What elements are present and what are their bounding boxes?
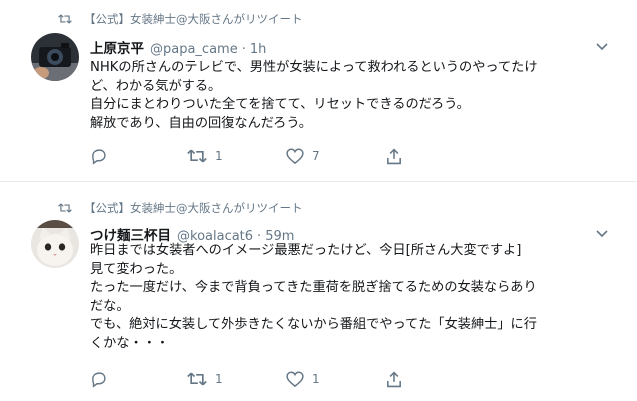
retweet-icon bbox=[187, 149, 207, 163]
tweet-text-line: たった一度だけ、今まで背負ってきた重荷を脱ぎ捨てるための女装ならあり bbox=[90, 280, 537, 296]
timestamp[interactable]: 1h bbox=[250, 42, 267, 57]
retweet-context: 【公式】女装紳士@大阪さんがリツイート bbox=[58, 11, 303, 27]
tweet-2[interactable]: 【公式】女装紳士@大阪さんがリツイート つけ麺三杯目 @koalacat6 · … bbox=[0, 181, 637, 401]
tweet-header: 上原京平 @papa_came · 1h bbox=[90, 37, 267, 57]
retweet-icon bbox=[187, 372, 207, 386]
avatar-cat-image bbox=[31, 220, 79, 268]
share-icon bbox=[387, 370, 401, 387]
separator-dot: · bbox=[241, 42, 246, 57]
retweet-button[interactable]: 1 bbox=[187, 147, 223, 165]
tweet-text-line: NHKの所さんのテレビで、男性が女装によって救われるというのやってたけ bbox=[90, 60, 538, 75]
retweet-icon bbox=[58, 203, 72, 213]
tweet-text-line: 自分にまとわりついた全てを捨てて、リセットできるのだろう。 bbox=[90, 97, 470, 113]
tweet-1[interactable]: 【公式】女装紳士@大阪さんがリツイート 上原京平 @papa_came · 1h… bbox=[0, 0, 637, 181]
share-icon bbox=[387, 147, 401, 164]
user-handle[interactable]: @papa_came bbox=[150, 42, 238, 57]
heart-icon bbox=[286, 371, 304, 387]
tweet-text: 昨日までは女装者へのイメージ最悪だったけど、今日[所さん大変ですよ] 見て変わっ… bbox=[90, 242, 620, 354]
tweet-text-line: 解放であり、自由の回復なんだろう。 bbox=[90, 115, 312, 131]
like-button[interactable]: 7 bbox=[286, 147, 320, 165]
retweet-context-label[interactable]: 【公式】女装紳士@大阪さんがリツイート bbox=[84, 11, 303, 27]
retweet-count: 1 bbox=[215, 149, 223, 163]
tweet-text-line: だな。 bbox=[90, 298, 130, 314]
tweet-text-line: 見て変わった。 bbox=[90, 261, 183, 277]
retweet-icon bbox=[58, 14, 72, 24]
avatar[interactable] bbox=[31, 220, 79, 268]
share-button[interactable] bbox=[386, 370, 402, 388]
share-button[interactable] bbox=[386, 147, 402, 165]
display-name[interactable]: 上原京平 bbox=[90, 37, 144, 57]
tweet-header: つけ麺三杯目 @koalacat6 · 59m bbox=[90, 224, 294, 244]
avatar[interactable] bbox=[31, 33, 79, 81]
tweet-text-line: ど、わかる気がする。 bbox=[90, 78, 222, 94]
tweet-actions: 1 7 bbox=[90, 147, 410, 165]
retweet-context-label[interactable]: 【公式】女装紳士@大阪さんがリツイート bbox=[84, 200, 303, 216]
retweet-count: 1 bbox=[215, 372, 223, 386]
reply-icon bbox=[92, 148, 106, 165]
tweet-text: NHKの所さんのテレビで、男性が女装によって救われるというのやってたけ ど、わか… bbox=[90, 59, 620, 133]
retweet-context: 【公式】女装紳士@大阪さんがリツイート bbox=[58, 200, 303, 216]
avatar-camera-image bbox=[31, 33, 79, 81]
tweet-text-line: でも、絶対に女装して外歩きたくないから番組でやってた「女装紳士」に行 bbox=[90, 317, 537, 333]
tweet-actions: 1 1 bbox=[90, 370, 410, 388]
display-name[interactable]: つけ麺三杯目 bbox=[90, 224, 171, 244]
like-button[interactable]: 1 bbox=[286, 370, 320, 388]
reply-button[interactable] bbox=[90, 147, 107, 165]
like-count: 1 bbox=[312, 372, 320, 386]
retweet-button[interactable]: 1 bbox=[187, 370, 223, 388]
chevron-down-icon[interactable] bbox=[596, 230, 608, 238]
heart-icon bbox=[286, 148, 304, 164]
tweet-text-line: 昨日までは女装者へのイメージ最悪だったけど、今日[所さん大変ですよ] bbox=[90, 243, 522, 258]
reply-icon bbox=[92, 371, 106, 388]
chevron-down-icon[interactable] bbox=[596, 43, 608, 51]
reply-button[interactable] bbox=[90, 370, 107, 388]
like-count: 7 bbox=[312, 149, 320, 163]
tweet-text-line: くかな・・・ bbox=[90, 335, 170, 351]
